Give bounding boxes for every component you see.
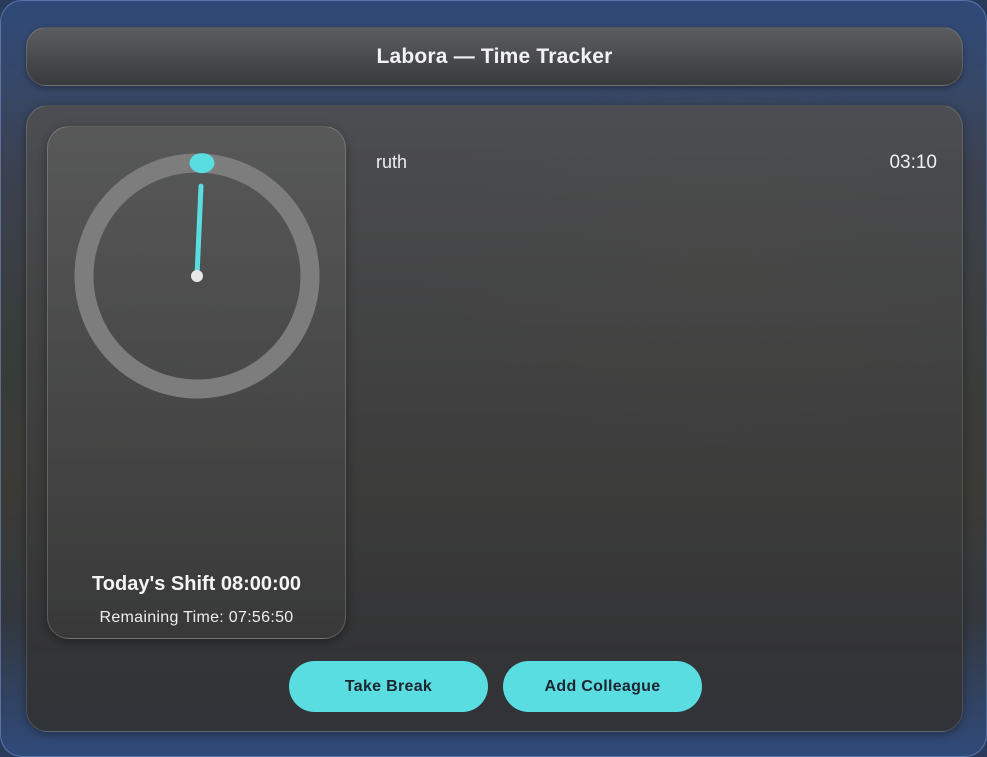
title-bar: Labora — Time Tracker [26, 27, 963, 86]
clock-progress-knob[interactable] [189, 153, 215, 174]
shift-clock-dial [74, 153, 320, 399]
clock-center-dot [191, 270, 203, 282]
colleague-name: ruth [376, 152, 408, 172]
app-window: Labora — Time Tracker Today's Shift 08:0… [0, 0, 987, 757]
colleague-time: 03:10 [889, 152, 937, 173]
colleague-row: ruth 03:10 [376, 152, 937, 176]
take-break-button[interactable]: Take Break [289, 661, 488, 712]
shift-clock-card: Today's Shift 08:00:00 Remaining Time: 0… [47, 126, 346, 639]
clock-hand [194, 183, 204, 279]
todays-shift-label: Today's Shift 08:00:00 [92, 573, 301, 595]
remaining-time-label: Remaining Time: 07:56:50 [99, 609, 294, 626]
app-title: Labora — Time Tracker [376, 44, 613, 68]
add-colleague-button[interactable]: Add Colleague [503, 661, 702, 712]
main-panel: Today's Shift 08:00:00 Remaining Time: 0… [26, 105, 963, 732]
